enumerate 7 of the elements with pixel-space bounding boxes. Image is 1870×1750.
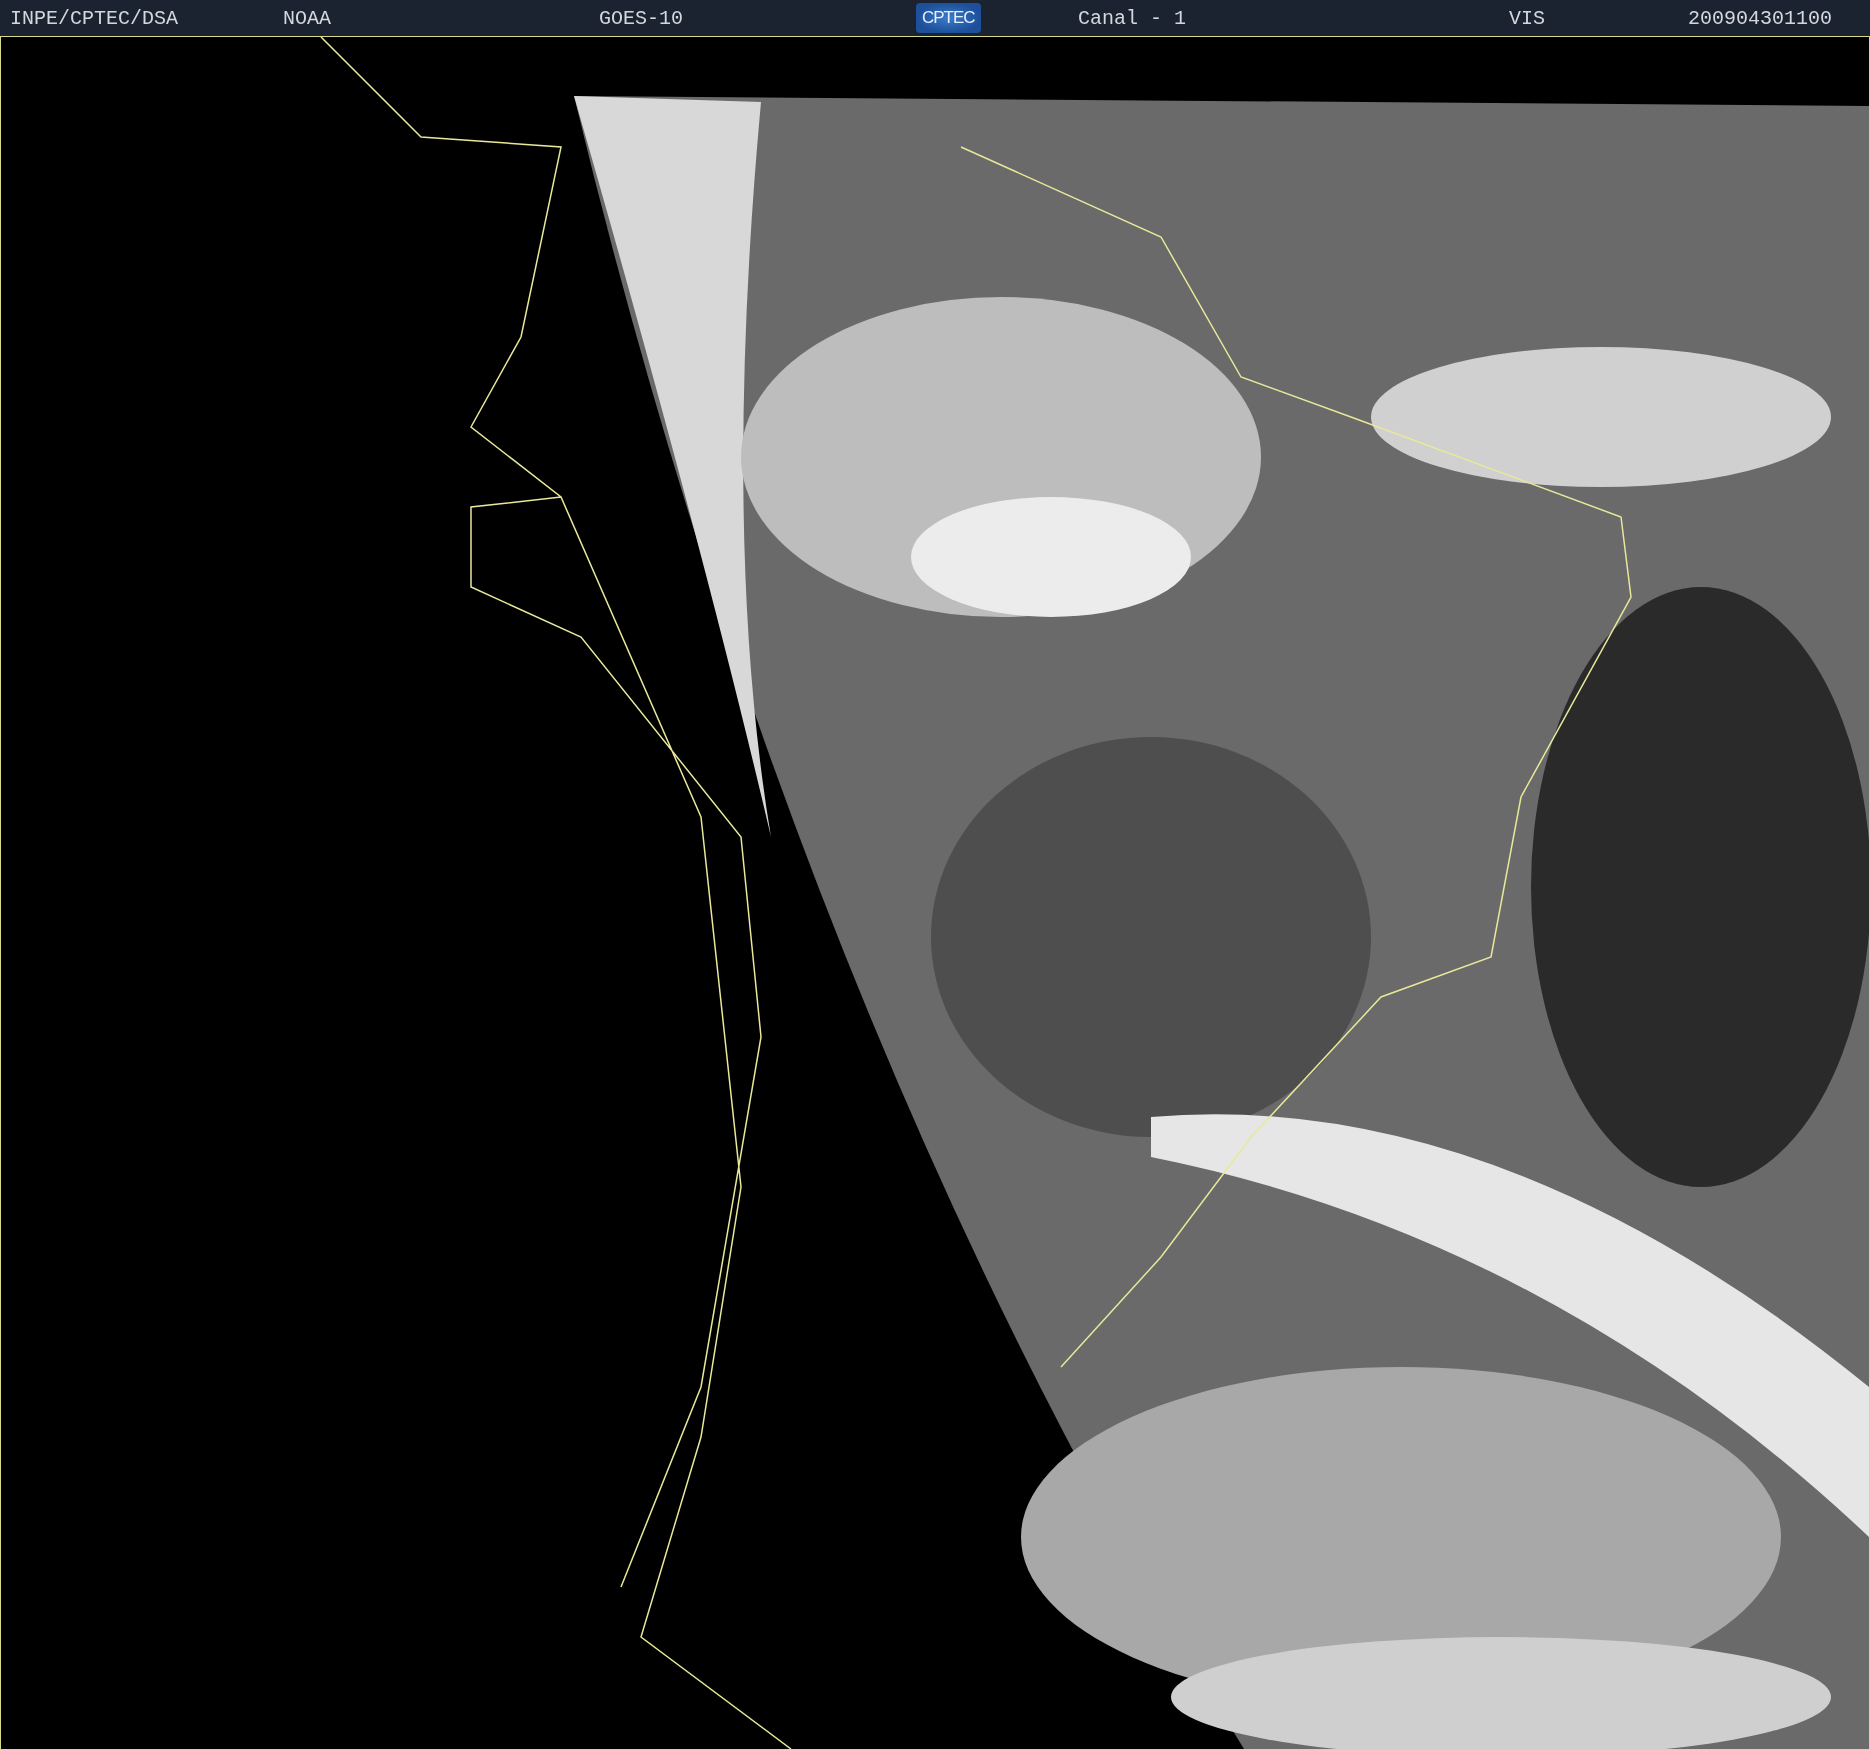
logo: CPTEC bbox=[916, 3, 981, 33]
header-label: VIS bbox=[1509, 6, 1545, 30]
header-label: Canal - 1 bbox=[1078, 6, 1187, 30]
header-label: 200904301100 bbox=[1688, 6, 1833, 30]
header-label: NOAA bbox=[283, 6, 331, 30]
header-label: INPE/CPTEC/DSA bbox=[10, 6, 179, 30]
header-label: GOES-10 bbox=[599, 6, 683, 30]
